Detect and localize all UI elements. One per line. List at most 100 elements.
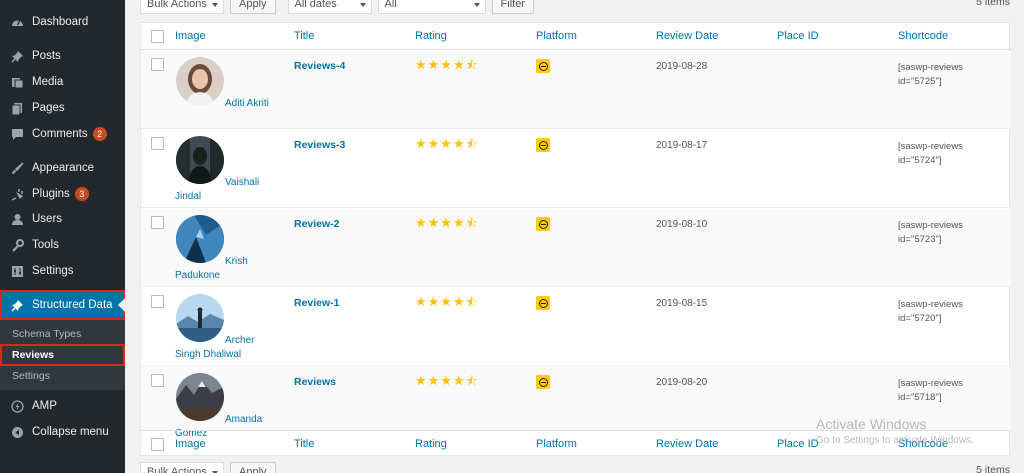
media-icon: [10, 75, 24, 89]
row-checkbox[interactable]: [151, 216, 164, 229]
dashboard-icon: [10, 15, 24, 29]
apply-button[interactable]: Apply: [230, 0, 276, 14]
user-icon: [10, 212, 24, 226]
submenu-label: Settings: [12, 370, 50, 382]
table-row: Krish Padukone Review-2 ★★★★⯪ 2019-08-10…: [141, 209, 1011, 287]
review-date: 2019-08-20: [656, 377, 708, 388]
platform-filter-select[interactable]: All: [377, 0, 486, 14]
dates-filter-select[interactable]: All dates: [287, 0, 372, 14]
column-image[interactable]: Image: [175, 438, 206, 450]
review-title-link[interactable]: Review-1: [294, 297, 340, 309]
reviewer-name-link[interactable]: Krish Padukone: [175, 255, 275, 283]
reviewer-name-link[interactable]: Archer Singh Dhaliwal: [175, 334, 275, 362]
collapse-menu[interactable]: Collapse menu: [0, 419, 125, 445]
rating-stars: ★★★★⯪: [415, 294, 479, 309]
submenu-settings[interactable]: Settings: [0, 365, 125, 387]
reviewer-name-link[interactable]: Vaishali Jindal: [175, 176, 275, 204]
table-nav-bottom: Bulk Actions Apply: [140, 462, 276, 473]
menu-appearance[interactable]: Appearance: [0, 155, 125, 181]
comments-count-badge: 2: [92, 127, 107, 141]
select-value: Bulk Actions: [147, 466, 207, 473]
rating-stars: ★★★★⯪: [415, 136, 479, 151]
shortcode: [saswp-reviews id="5724"]: [898, 141, 963, 166]
menu-label: AMP: [32, 400, 57, 412]
column-place-id[interactable]: Place ID: [777, 438, 819, 450]
column-image[interactable]: Image: [175, 30, 206, 42]
table-row: Aditi Akriti Reviews-4 ★★★★⯪ 2019-08-28 …: [141, 51, 1011, 129]
menu-tools[interactable]: Tools: [0, 232, 125, 258]
rating-stars: ★★★★⯪: [415, 215, 479, 230]
menu-label: Dashboard: [32, 16, 89, 28]
column-platform[interactable]: Platform: [536, 30, 577, 42]
reviewer-name-link[interactable]: Aditi Akriti: [175, 97, 275, 111]
submenu-reviews[interactable]: Reviews: [0, 344, 125, 366]
column-platform[interactable]: Platform: [536, 438, 577, 450]
review-title-link[interactable]: Reviews-3: [294, 139, 345, 151]
shortcode: [saswp-reviews id="5720"]: [898, 299, 963, 324]
row-checkbox[interactable]: [151, 137, 164, 150]
current-menu-arrow: [118, 298, 125, 312]
menu-amp[interactable]: AMP: [0, 393, 125, 419]
apply-button-bottom[interactable]: Apply: [230, 462, 276, 473]
menu-posts[interactable]: Posts: [0, 43, 125, 69]
menu-settings[interactable]: Settings: [0, 258, 125, 284]
table-nav-top: Bulk Actions Apply All dates All Filter: [140, 0, 534, 14]
column-shortcode[interactable]: Shortcode: [898, 30, 948, 42]
select-value: All: [384, 0, 397, 10]
column-title[interactable]: Title: [294, 30, 314, 42]
menu-comments[interactable]: Comments 2: [0, 121, 125, 147]
review-title-link[interactable]: Review-2: [294, 218, 340, 230]
column-title[interactable]: Title: [294, 438, 314, 450]
menu-label: Structured Data: [32, 299, 113, 311]
menu-label: Pages: [32, 102, 65, 114]
menu-structured-data[interactable]: Structured Data: [0, 290, 125, 320]
chevron-down-icon: [473, 3, 480, 7]
bulk-actions-select-bottom[interactable]: Bulk Actions: [140, 462, 224, 473]
column-review-date[interactable]: Review Date: [656, 438, 718, 450]
menu-plugins[interactable]: Plugins 3: [0, 181, 125, 207]
row-checkbox[interactable]: [151, 374, 164, 387]
review-title-link[interactable]: Reviews-4: [294, 60, 345, 72]
watermark-title: Activate Windows: [816, 416, 927, 432]
watermark-subtitle: Go to Settings to activate Windows.: [816, 435, 974, 446]
select-all-checkbox[interactable]: [151, 30, 164, 43]
bulk-actions-select[interactable]: Bulk Actions: [140, 0, 224, 14]
table-row: Archer Singh Dhaliwal Review-1 ★★★★⯪ 201…: [141, 288, 1011, 366]
shortcode: [saswp-reviews id="5723"]: [898, 220, 963, 245]
plugins-count-badge: 3: [74, 187, 89, 201]
pages-icon: [10, 101, 24, 115]
menu-label: Tools: [32, 239, 59, 251]
column-review-date[interactable]: Review Date: [656, 30, 718, 42]
menu-label: Media: [32, 76, 64, 88]
items-count-bottom: 5 items: [976, 464, 1010, 473]
pin-icon: [10, 49, 24, 63]
select-all-checkbox-footer[interactable]: [151, 438, 164, 451]
row-checkbox[interactable]: [151, 295, 164, 308]
menu-media[interactable]: Media: [0, 69, 125, 95]
menu-users[interactable]: Users: [0, 206, 125, 232]
review-title-link[interactable]: Reviews: [294, 376, 336, 388]
menu-label: Posts: [32, 50, 61, 62]
menu-label: Appearance: [32, 162, 95, 174]
column-place-id[interactable]: Place ID: [777, 30, 819, 42]
menu-label: Settings: [32, 265, 74, 277]
activate-windows-watermark: Activate Windows Go to Settings to activ…: [816, 416, 974, 446]
menu-pages[interactable]: Pages: [0, 95, 125, 121]
rating-stars: ★★★★⯪: [415, 373, 479, 388]
platform-icon: [536, 59, 550, 73]
platform-icon: [536, 296, 550, 310]
menu-dashboard[interactable]: Dashboard: [0, 9, 125, 35]
column-rating[interactable]: Rating: [415, 438, 447, 450]
menu-label: Users: [32, 213, 63, 225]
row-checkbox[interactable]: [151, 58, 164, 71]
review-date: 2019-08-28: [656, 61, 708, 72]
submenu-label: Reviews: [12, 349, 55, 361]
collapse-icon: [10, 425, 24, 439]
rating-stars: ★★★★⯪: [415, 57, 479, 72]
submenu-schema-types[interactable]: Schema Types: [0, 323, 125, 345]
reviews-table: Image Title Rating Platform Review Date …: [140, 22, 1011, 456]
column-rating[interactable]: Rating: [415, 30, 447, 42]
items-count: 5 items: [976, 0, 1010, 8]
filter-button[interactable]: Filter: [491, 0, 534, 14]
submenu-label: Schema Types: [12, 328, 82, 340]
